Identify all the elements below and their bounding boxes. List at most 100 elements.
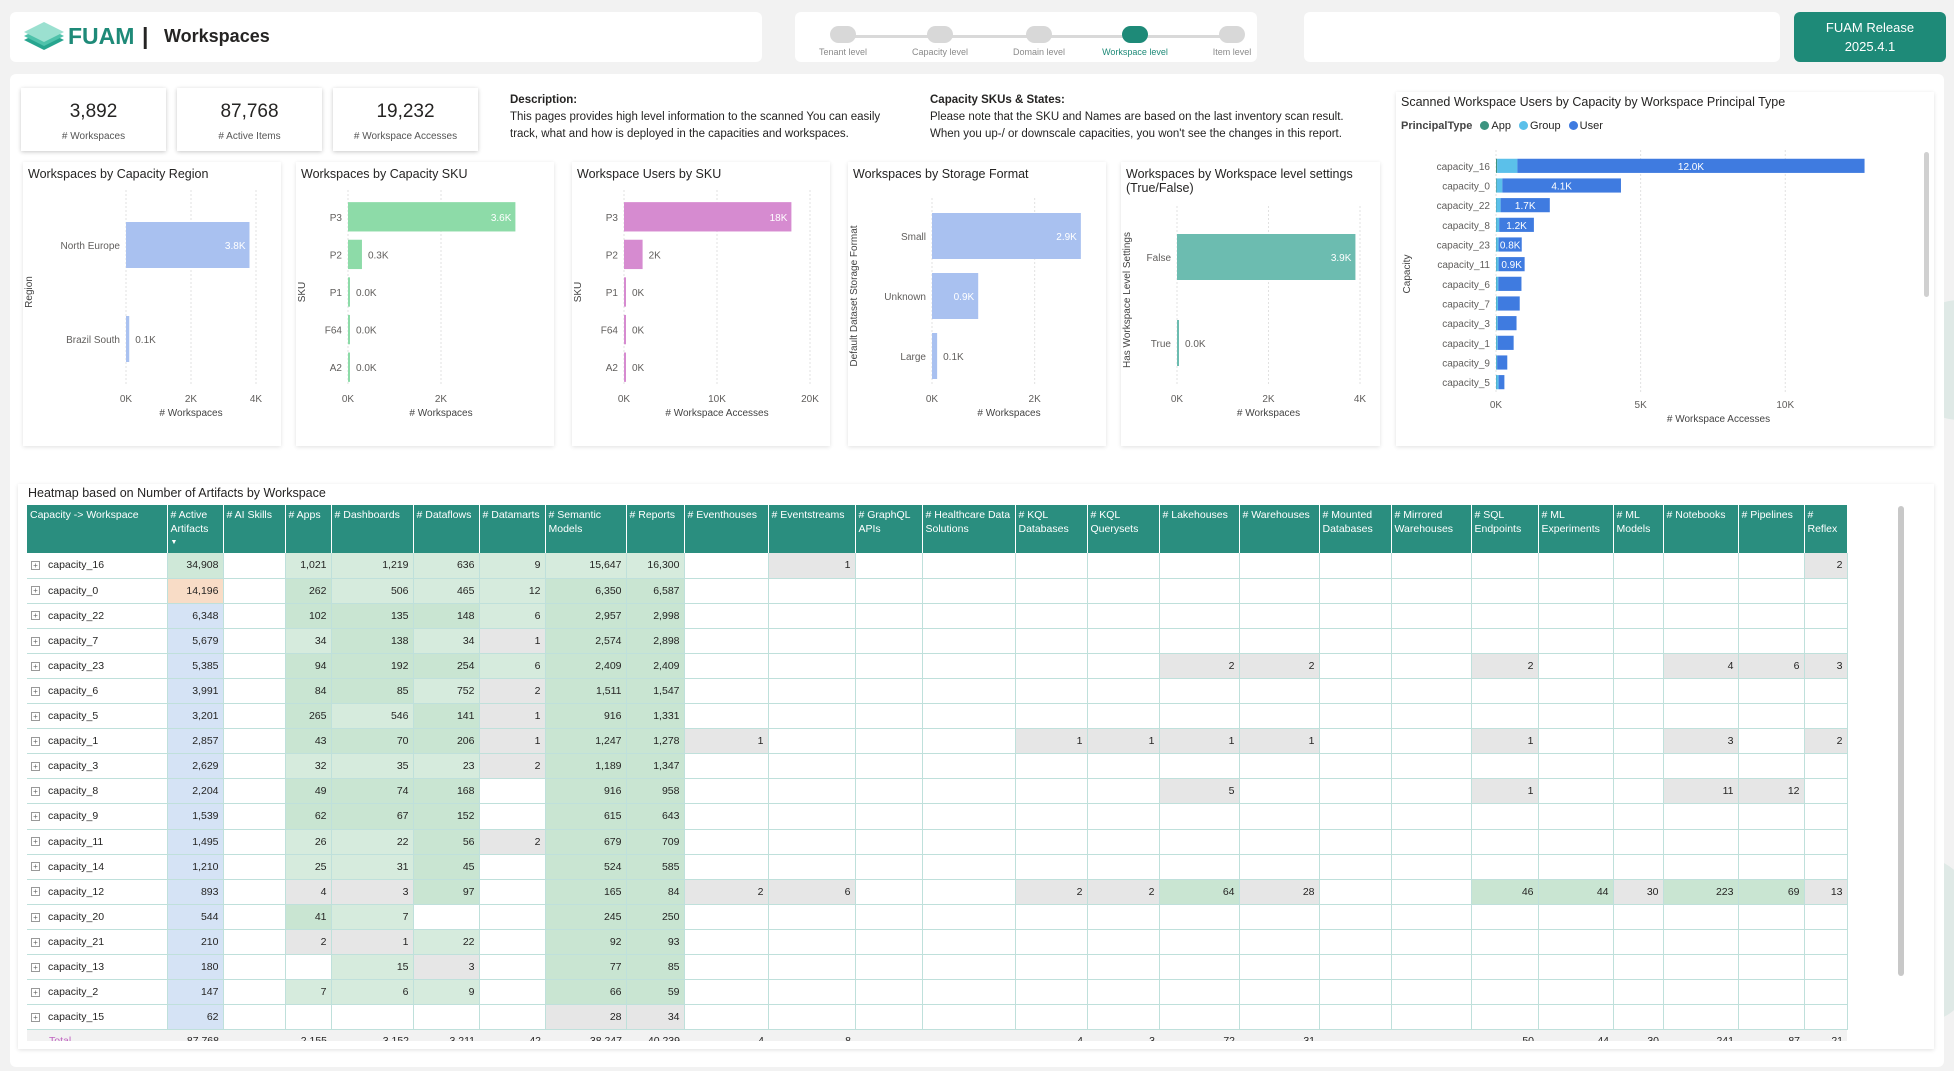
table-row[interactable]: + capacity_11 1,495 26 22 56 2 679 709 xyxy=(27,829,1848,855)
table-row[interactable]: + capacity_3 2,629 32 35 23 2 1,189 1,347 xyxy=(27,753,1848,780)
x-tick-label: 2K xyxy=(1262,394,1275,405)
principal-chart-scrollbar[interactable] xyxy=(1924,152,1929,297)
row-label: capacity_13 xyxy=(48,961,105,974)
column-header[interactable]: # Pipelines xyxy=(1738,505,1805,553)
expand-plus-icon[interactable]: + xyxy=(31,586,40,596)
heatmap-cell xyxy=(223,553,286,579)
column-header[interactable]: # Lakehouses xyxy=(1159,505,1240,553)
column-header[interactable]: # SQL Endpoints xyxy=(1471,505,1539,553)
column-header[interactable]: # Eventstreams xyxy=(768,505,856,553)
expand-plus-icon[interactable]: + xyxy=(31,962,40,972)
column-header[interactable]: # Datamarts xyxy=(479,505,546,553)
column-header[interactable]: # Dashboards xyxy=(331,505,414,553)
chart-region[interactable]: Workspaces by Capacity Region 0K 2K 4K # Wo… xyxy=(23,162,281,446)
column-header[interactable]: # KQL Querysets xyxy=(1087,505,1160,553)
heatmap-cell xyxy=(1391,553,1472,579)
chart-users-by-sku[interactable]: Workspace Users by SKU 0K 10K 20K # Workspa… xyxy=(572,162,830,446)
column-header[interactable]: # ML Models xyxy=(1613,505,1664,553)
expand-plus-icon[interactable]: + xyxy=(31,937,40,947)
column-header[interactable]: # Healthcare Data Solutions xyxy=(922,505,1016,553)
table-row[interactable]: + capacity_6 3,991 84 85 752 2 1,511 1,547 xyxy=(27,678,1848,705)
heatmap-cell xyxy=(1319,628,1392,654)
nav-step-capacity[interactable]: Capacity level xyxy=(895,26,985,57)
table-row[interactable]: + capacity_23 5,385 94 192 254 6 2,409 2,409 2 2 2 4… xyxy=(27,653,1848,679)
expand-plus-icon[interactable]: + xyxy=(31,686,40,696)
heatmap-cell xyxy=(1159,603,1240,629)
expand-plus-icon[interactable]: + xyxy=(31,611,40,621)
category-label: capacity_7 xyxy=(1442,300,1490,311)
column-header[interactable]: # Mounted Databases xyxy=(1319,505,1392,553)
expand-plus-icon[interactable]: + xyxy=(31,912,40,922)
expand-plus-icon[interactable]: + xyxy=(31,887,40,897)
x-tick-label: 0K xyxy=(1490,400,1503,411)
heatmap-cell: 62 xyxy=(167,1004,224,1031)
expand-plus-icon[interactable]: + xyxy=(31,711,40,721)
expand-plus-icon[interactable]: + xyxy=(31,561,40,571)
table-row[interactable]: + capacity_20 544 41 7 245 250 xyxy=(27,904,1848,930)
expand-plus-icon[interactable]: + xyxy=(31,987,40,997)
table-row[interactable]: + capacity_0 14,196 262 506 465 12 6,350 6,587 xyxy=(27,578,1848,604)
expand-plus-icon[interactable]: + xyxy=(31,736,40,746)
column-header[interactable]: # Eventhouses xyxy=(684,505,769,553)
chart-capacity-sku[interactable]: Workspaces by Capacity SKU 0K 2K # Workspa… xyxy=(296,162,554,446)
column-header[interactable]: # Mirrored Warehouses xyxy=(1391,505,1472,553)
heatmap-cell: 165 xyxy=(545,879,627,905)
column-header[interactable]: # Dataflows xyxy=(413,505,480,553)
nav-step-tenant[interactable]: Tenant level xyxy=(798,26,888,57)
column-header[interactable]: Capacity -> Workspace xyxy=(27,505,168,553)
heatmap-cell: 16,300 xyxy=(626,553,685,579)
table-row[interactable]: + capacity_9 1,539 62 67 152 615 643 xyxy=(27,803,1848,830)
nav-step-workspace[interactable]: Workspace level xyxy=(1090,26,1180,57)
column-header[interactable]: # Active Artifacts ▼ xyxy=(167,505,224,553)
row-label: capacity_5 xyxy=(48,710,99,723)
expand-plus-icon[interactable]: + xyxy=(31,661,40,671)
heatmap-cell xyxy=(1239,829,1320,855)
expand-plus-icon[interactable]: + xyxy=(31,812,40,822)
nav-step-dot xyxy=(1219,26,1245,43)
table-row[interactable]: + capacity_21 210 2 1 22 92 93 xyxy=(27,929,1848,956)
table-row[interactable]: + capacity_5 3,201 265 546 141 1 916 1,331 xyxy=(27,703,1848,730)
column-header[interactable]: # Semantic Models xyxy=(545,505,627,553)
table-row[interactable]: + capacity_7 5,679 34 138 34 1 2,574 2,898 xyxy=(27,628,1848,654)
heatmap-cell xyxy=(1319,904,1392,930)
table-row[interactable]: + capacity_13 180 15 3 77 85 xyxy=(27,954,1848,981)
heatmap-table-container[interactable]: Capacity -> Workspace # Active Artifacts ▼… xyxy=(27,505,1867,1041)
expand-plus-icon[interactable]: + xyxy=(31,862,40,872)
expand-plus-icon[interactable]: + xyxy=(31,762,40,772)
column-header[interactable]: # GraphQL APIs xyxy=(855,505,923,553)
column-header[interactable]: # AI Skills xyxy=(223,505,286,553)
column-header[interactable]: # ML Experiments xyxy=(1538,505,1614,553)
release-button[interactable]: FUAM Release 2025.4.1 xyxy=(1794,12,1946,62)
table-row[interactable]: + capacity_12 893 4 3 97 165 84 2 6 2 2 64 28 46 44 30 22… xyxy=(27,879,1848,905)
table-row[interactable]: + capacity_16 34,908 1,021 1,219 636 9 15,647 16… xyxy=(27,553,1848,579)
table-row[interactable]: + capacity_2 147 7 6 9 66 59 xyxy=(27,979,1848,1006)
table-row[interactable]: + capacity_22 6,348 102 135 148 6 2,957 2,998 xyxy=(27,603,1848,629)
x-axis-title: # Workspaces xyxy=(409,408,472,419)
heatmap-cell xyxy=(1015,628,1088,654)
heatmap-cell xyxy=(1391,628,1472,654)
expand-plus-icon[interactable]: + xyxy=(31,837,40,847)
expand-plus-icon[interactable]: + xyxy=(31,636,40,646)
column-header[interactable]: # Warehouses xyxy=(1239,505,1320,553)
column-header[interactable]: # Reflex xyxy=(1804,505,1848,553)
chart-storage-format[interactable]: Workspaces by Storage Format 0K 2K # Works… xyxy=(848,162,1106,446)
column-header[interactable]: # Apps xyxy=(285,505,332,553)
chart-workspace-settings[interactable]: Workspaces by Workspace level settings (T… xyxy=(1121,162,1380,446)
heatmap-cell: 3 xyxy=(1804,653,1848,679)
chart-principal-type[interactable]: Scanned Workspace Users by Capacity by W… xyxy=(1396,92,1934,446)
nav-step-item[interactable]: Item level xyxy=(1187,26,1277,57)
nav-step-domain[interactable]: Domain level xyxy=(994,26,1084,57)
column-header[interactable]: # Reports xyxy=(626,505,685,553)
expand-plus-icon[interactable]: + xyxy=(31,787,40,797)
table-row[interactable]: + capacity_1 2,857 43 70 206 1 1,247 1,278 1 1 1 1 1 1… xyxy=(27,728,1848,755)
heatmap-scrollbar[interactable] xyxy=(1898,506,1904,976)
table-row[interactable]: + capacity_14 1,210 25 31 45 524 585 xyxy=(27,854,1848,880)
column-header[interactable]: # KQL Databases xyxy=(1015,505,1088,553)
table-row[interactable]: + capacity_8 2,204 49 74 168 916 958 5 1 11 12 xyxy=(27,778,1848,805)
heatmap-cell xyxy=(479,929,546,956)
table-row[interactable]: + capacity_15 62 28 34 xyxy=(27,1004,1848,1031)
bar-segment-group xyxy=(1496,276,1499,291)
column-header[interactable]: # Notebooks xyxy=(1663,505,1739,553)
expand-plus-icon[interactable]: + xyxy=(31,1012,40,1022)
heatmap-cell xyxy=(1738,678,1805,705)
